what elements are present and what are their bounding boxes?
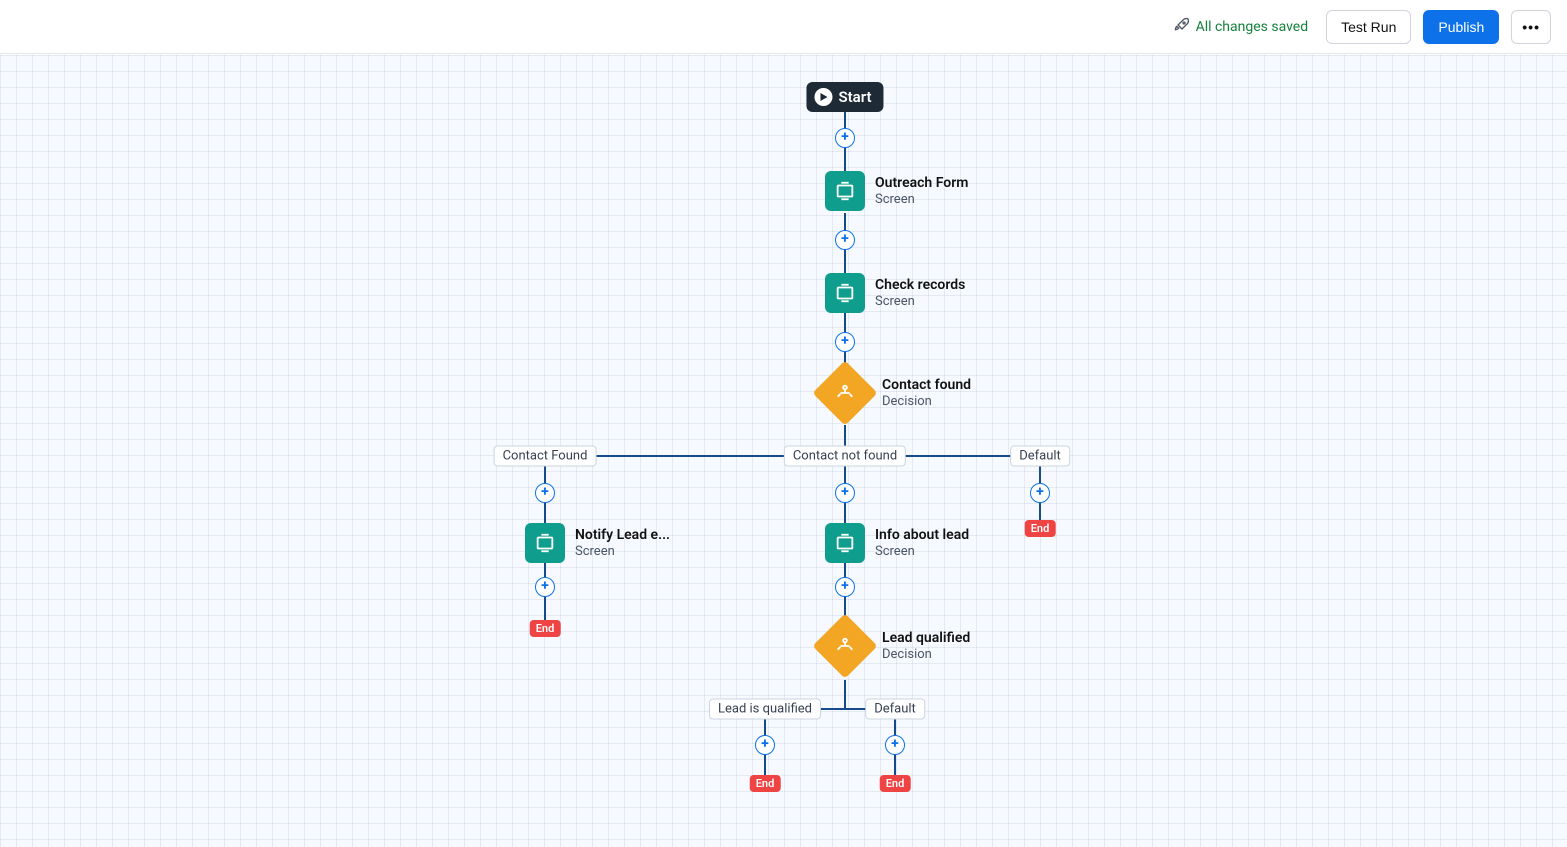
node-title: Contact found <box>882 377 971 394</box>
add-node-button[interactable]: + <box>755 735 775 755</box>
end-node[interactable]: End <box>1025 520 1056 537</box>
node-lead-qualified[interactable]: Lead qualified Decision <box>822 623 970 669</box>
rocket-icon <box>1174 17 1190 37</box>
node-title: Notify Lead e... <box>575 527 670 544</box>
node-title: Check records <box>875 277 965 294</box>
screen-icon <box>825 523 865 563</box>
play-icon <box>814 88 832 106</box>
decision-icon <box>812 360 877 425</box>
node-contact-found[interactable]: Contact found Decision <box>822 370 971 416</box>
branch-label-contact-found[interactable]: Contact Found <box>494 446 597 467</box>
screen-icon <box>825 273 865 313</box>
add-node-button[interactable]: + <box>835 128 855 148</box>
connector <box>844 680 846 708</box>
add-node-button[interactable]: + <box>885 735 905 755</box>
add-node-button[interactable]: + <box>835 577 855 597</box>
top-toolbar: All changes saved Test Run Publish ••• <box>0 0 1567 54</box>
node-subtitle: Decision <box>882 394 971 410</box>
end-node[interactable]: End <box>880 775 911 792</box>
add-node-button[interactable]: + <box>835 230 855 250</box>
node-subtitle: Decision <box>882 647 970 663</box>
start-node[interactable]: Start <box>806 82 883 112</box>
node-subtitle: Screen <box>875 192 968 208</box>
add-node-button[interactable]: + <box>1030 483 1050 503</box>
node-title: Outreach Form <box>875 175 968 192</box>
node-outreach-form[interactable]: Outreach Form Screen <box>825 171 968 211</box>
screen-icon <box>525 523 565 563</box>
add-node-button[interactable]: + <box>535 577 555 597</box>
end-node[interactable]: End <box>750 775 781 792</box>
screen-icon <box>825 171 865 211</box>
node-info-about-lead[interactable]: Info about lead Screen <box>825 523 969 563</box>
more-actions-button[interactable]: ••• <box>1511 10 1551 44</box>
branch-label-lead-default[interactable]: Default <box>865 699 925 720</box>
branch-label-contact-not-found[interactable]: Contact not found <box>784 446 906 467</box>
decision-icon <box>812 613 877 678</box>
node-subtitle: Screen <box>875 294 965 310</box>
node-title: Lead qualified <box>882 630 970 647</box>
start-label: Start <box>838 88 871 106</box>
node-subtitle: Screen <box>575 544 670 560</box>
add-node-button[interactable]: + <box>535 483 555 503</box>
node-subtitle: Screen <box>875 544 969 560</box>
node-title: Info about lead <box>875 527 969 544</box>
branch-label-default[interactable]: Default <box>1010 446 1070 467</box>
flow-canvas[interactable]: Start + + + Outreach Form Screen Check r… <box>0 55 1567 847</box>
end-node[interactable]: End <box>530 620 561 637</box>
node-check-records[interactable]: Check records Screen <box>825 273 965 313</box>
save-status-text: All changes saved <box>1196 19 1309 35</box>
node-notify-lead[interactable]: Notify Lead e... Screen <box>525 523 670 563</box>
branch-label-lead-qualified[interactable]: Lead is qualified <box>709 699 821 720</box>
test-run-button[interactable]: Test Run <box>1326 10 1411 44</box>
add-node-button[interactable]: + <box>835 332 855 352</box>
add-node-button[interactable]: + <box>835 483 855 503</box>
save-status: All changes saved <box>1174 17 1309 37</box>
publish-button[interactable]: Publish <box>1423 10 1499 44</box>
